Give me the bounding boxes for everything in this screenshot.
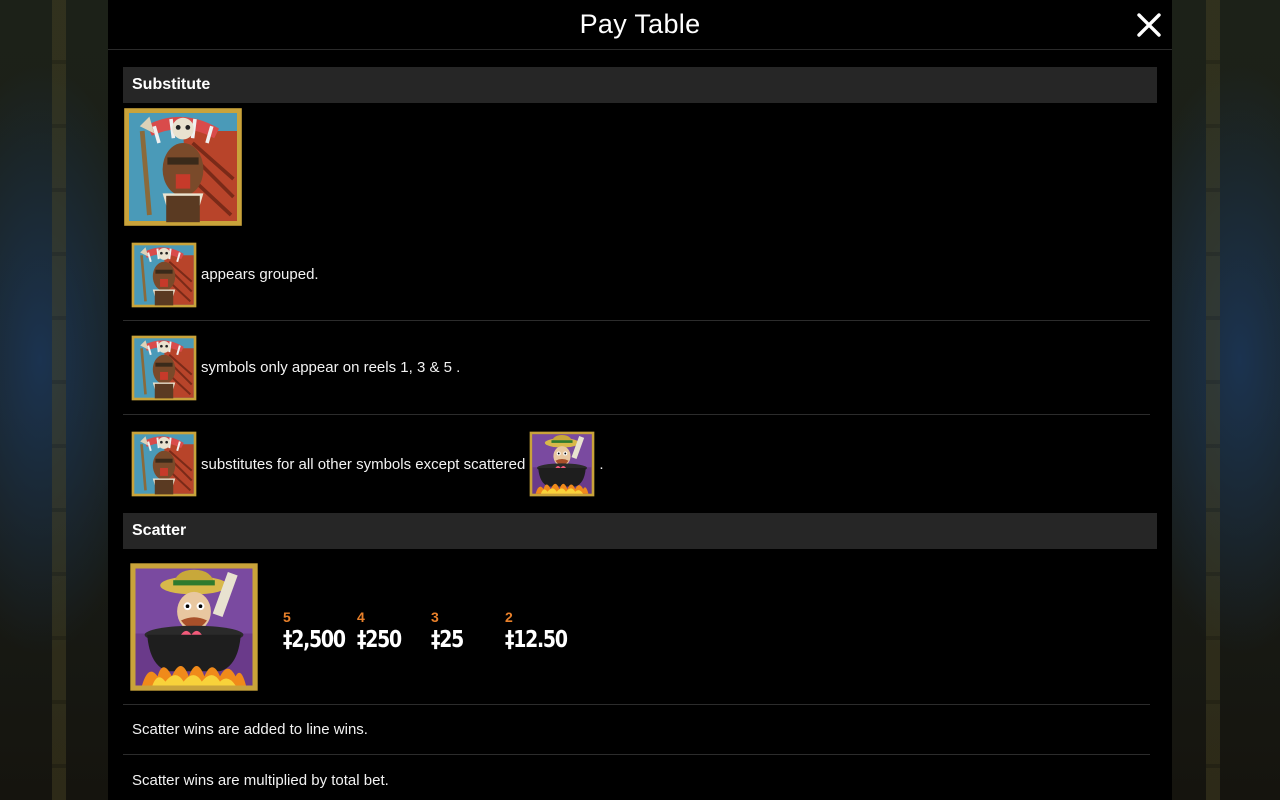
payout-amount: ‡2,500 <box>283 626 346 653</box>
payout-amount: ‡250 <box>357 626 402 653</box>
payout-count: 2 <box>505 608 513 625</box>
payout-count: 4 <box>357 608 365 625</box>
pay-table-content[interactable]: Substitute appears grouped. symbols only… <box>108 50 1172 800</box>
tribal-chief-wild-icon <box>131 242 197 308</box>
payout-item: 2 ‡12.50 <box>505 609 579 653</box>
scatter-note: Scatter wins are added to line wins. <box>123 705 1150 755</box>
scatter-note: Scatter wins are multiplied by total bet… <box>123 755 1150 800</box>
scatter-payout-row: 5 ‡2,500 4 ‡250 3 ‡25 2 ‡12.50 <box>123 549 1150 705</box>
section-header-scatter: Scatter <box>123 513 1157 549</box>
scatter-symbol-large <box>129 562 259 692</box>
tribal-chief-wild-icon <box>123 107 243 227</box>
substitute-rule-row: substitutes for all other symbols except… <box>123 415 1150 513</box>
payout-amount: ‡25 <box>431 626 464 653</box>
substitute-rule-row: appears grouped. <box>123 229 1150 321</box>
explorer-in-cauldron-scatter-icon <box>529 431 595 497</box>
payout-item: 4 ‡250 <box>357 609 431 653</box>
pay-table-panel: Pay Table Substitute appears grouped. sy… <box>108 0 1172 800</box>
explorer-in-cauldron-scatter-icon <box>129 562 259 692</box>
wild-symbol-small <box>131 242 197 308</box>
rule-text: symbols only appear on reels 1, 3 & 5 . <box>201 359 461 376</box>
wild-symbol-small <box>131 335 197 401</box>
payout-item: 3 ‡25 <box>431 609 505 653</box>
tribal-chief-wild-icon <box>131 335 197 401</box>
rule-text: substitutes for all other symbols except… <box>201 455 526 473</box>
rule-text: appears grouped. <box>201 266 319 283</box>
note-text: Scatter wins are added to line wins. <box>132 721 368 738</box>
payout-amount: ‡12.50 <box>505 626 568 653</box>
pay-table-header: Pay Table <box>108 0 1172 50</box>
substitute-rule-row: symbols only appear on reels 1, 3 & 5 . <box>123 321 1150 415</box>
payout-item: 5 ‡2,500 <box>283 609 357 653</box>
bamboo-decoration-left <box>52 0 66 800</box>
wild-symbol-large <box>123 107 243 227</box>
section-title: Scatter <box>132 522 187 539</box>
payout-count: 5 <box>283 608 291 625</box>
payout-count: 3 <box>431 608 439 625</box>
section-title: Substitute <box>132 76 211 93</box>
scatter-symbol-small <box>529 431 595 497</box>
page-title: Pay Table <box>579 9 701 39</box>
bamboo-decoration-right <box>1206 0 1220 800</box>
rule-suffix: . <box>599 455 604 473</box>
close-button[interactable] <box>1132 8 1166 42</box>
note-text: Scatter wins are multiplied by total bet… <box>132 771 389 789</box>
wild-symbol-small <box>131 431 197 497</box>
close-icon <box>1137 13 1161 37</box>
section-header-substitute: Substitute <box>123 67 1157 103</box>
tribal-chief-wild-icon <box>131 431 197 497</box>
